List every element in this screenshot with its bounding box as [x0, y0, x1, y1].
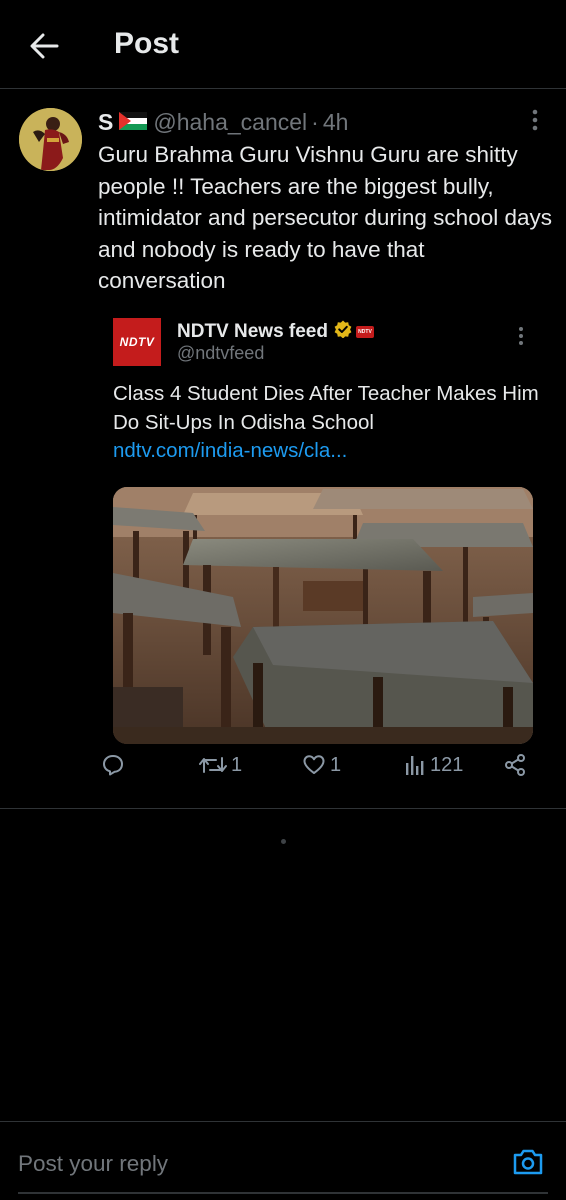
- camera-button[interactable]: [510, 1146, 546, 1178]
- like-button[interactable]: 1: [302, 753, 341, 777]
- quote-more-button[interactable]: [511, 324, 531, 348]
- share-icon: [505, 754, 525, 776]
- handle[interactable]: @haha_cancel: [153, 109, 307, 136]
- post-actions: 1 1 121: [0, 749, 566, 799]
- separator: ·: [311, 109, 319, 135]
- camera-icon: [513, 1149, 543, 1175]
- quote-link[interactable]: ndtv.com/india-news/cla...: [113, 439, 347, 463]
- like-count: 1: [330, 753, 342, 776]
- more-options-button[interactable]: [522, 107, 548, 133]
- more-vertical-icon: [519, 327, 523, 345]
- back-button[interactable]: [24, 26, 64, 66]
- more-vertical-icon: [532, 109, 538, 131]
- quoted-post[interactable]: NDTV NDTV News feed NDTV @ndtvfeed Class…: [98, 302, 554, 752]
- views-bar-chart-icon: [406, 756, 424, 775]
- timestamp[interactable]: 4h: [323, 109, 349, 136]
- post-text: Guru Brahma Guru Vishnu Guru are shitty …: [98, 142, 552, 293]
- loading-indicator: [281, 839, 286, 844]
- heart-icon: [303, 755, 325, 774]
- post: S @haha_cancel · 4h Guru Brahma Guru Vis…: [0, 89, 566, 809]
- verified-gold-badge-icon: [334, 320, 352, 344]
- avatar[interactable]: [19, 108, 82, 171]
- ndtv-logo[interactable]: NDTV: [113, 318, 161, 366]
- share-button[interactable]: [503, 753, 527, 777]
- affiliate-badge-icon: NDTV: [355, 326, 374, 338]
- repost-icon: [199, 757, 227, 773]
- post-meta: S @haha_cancel · 4h: [98, 109, 348, 136]
- reply-button[interactable]: [101, 753, 129, 777]
- bottom-divider: [18, 1192, 548, 1194]
- reply-bar: [0, 1121, 566, 1200]
- views-button[interactable]: 121: [404, 753, 463, 777]
- page-title: Post: [114, 27, 180, 60]
- display-name[interactable]: S: [98, 109, 113, 136]
- top-bar: Post: [0, 0, 566, 89]
- palestine-flag-icon: [119, 109, 148, 136]
- quote-display-name[interactable]: NDTV News feed: [177, 321, 328, 343]
- repost-button[interactable]: 1: [199, 753, 242, 777]
- arrow-left-icon: [30, 33, 59, 59]
- reply-icon: [103, 755, 123, 776]
- quote-name-row: NDTV News feed NDTV: [177, 320, 374, 344]
- quote-text: Class 4 Student Dies After Teacher Makes…: [113, 382, 539, 434]
- views-count: 121: [430, 753, 464, 776]
- quote-handle[interactable]: @ndtvfeed: [177, 343, 264, 364]
- repost-count: 1: [231, 753, 243, 776]
- reply-input[interactable]: [18, 1140, 488, 1188]
- classroom-desks-image[interactable]: [113, 487, 533, 744]
